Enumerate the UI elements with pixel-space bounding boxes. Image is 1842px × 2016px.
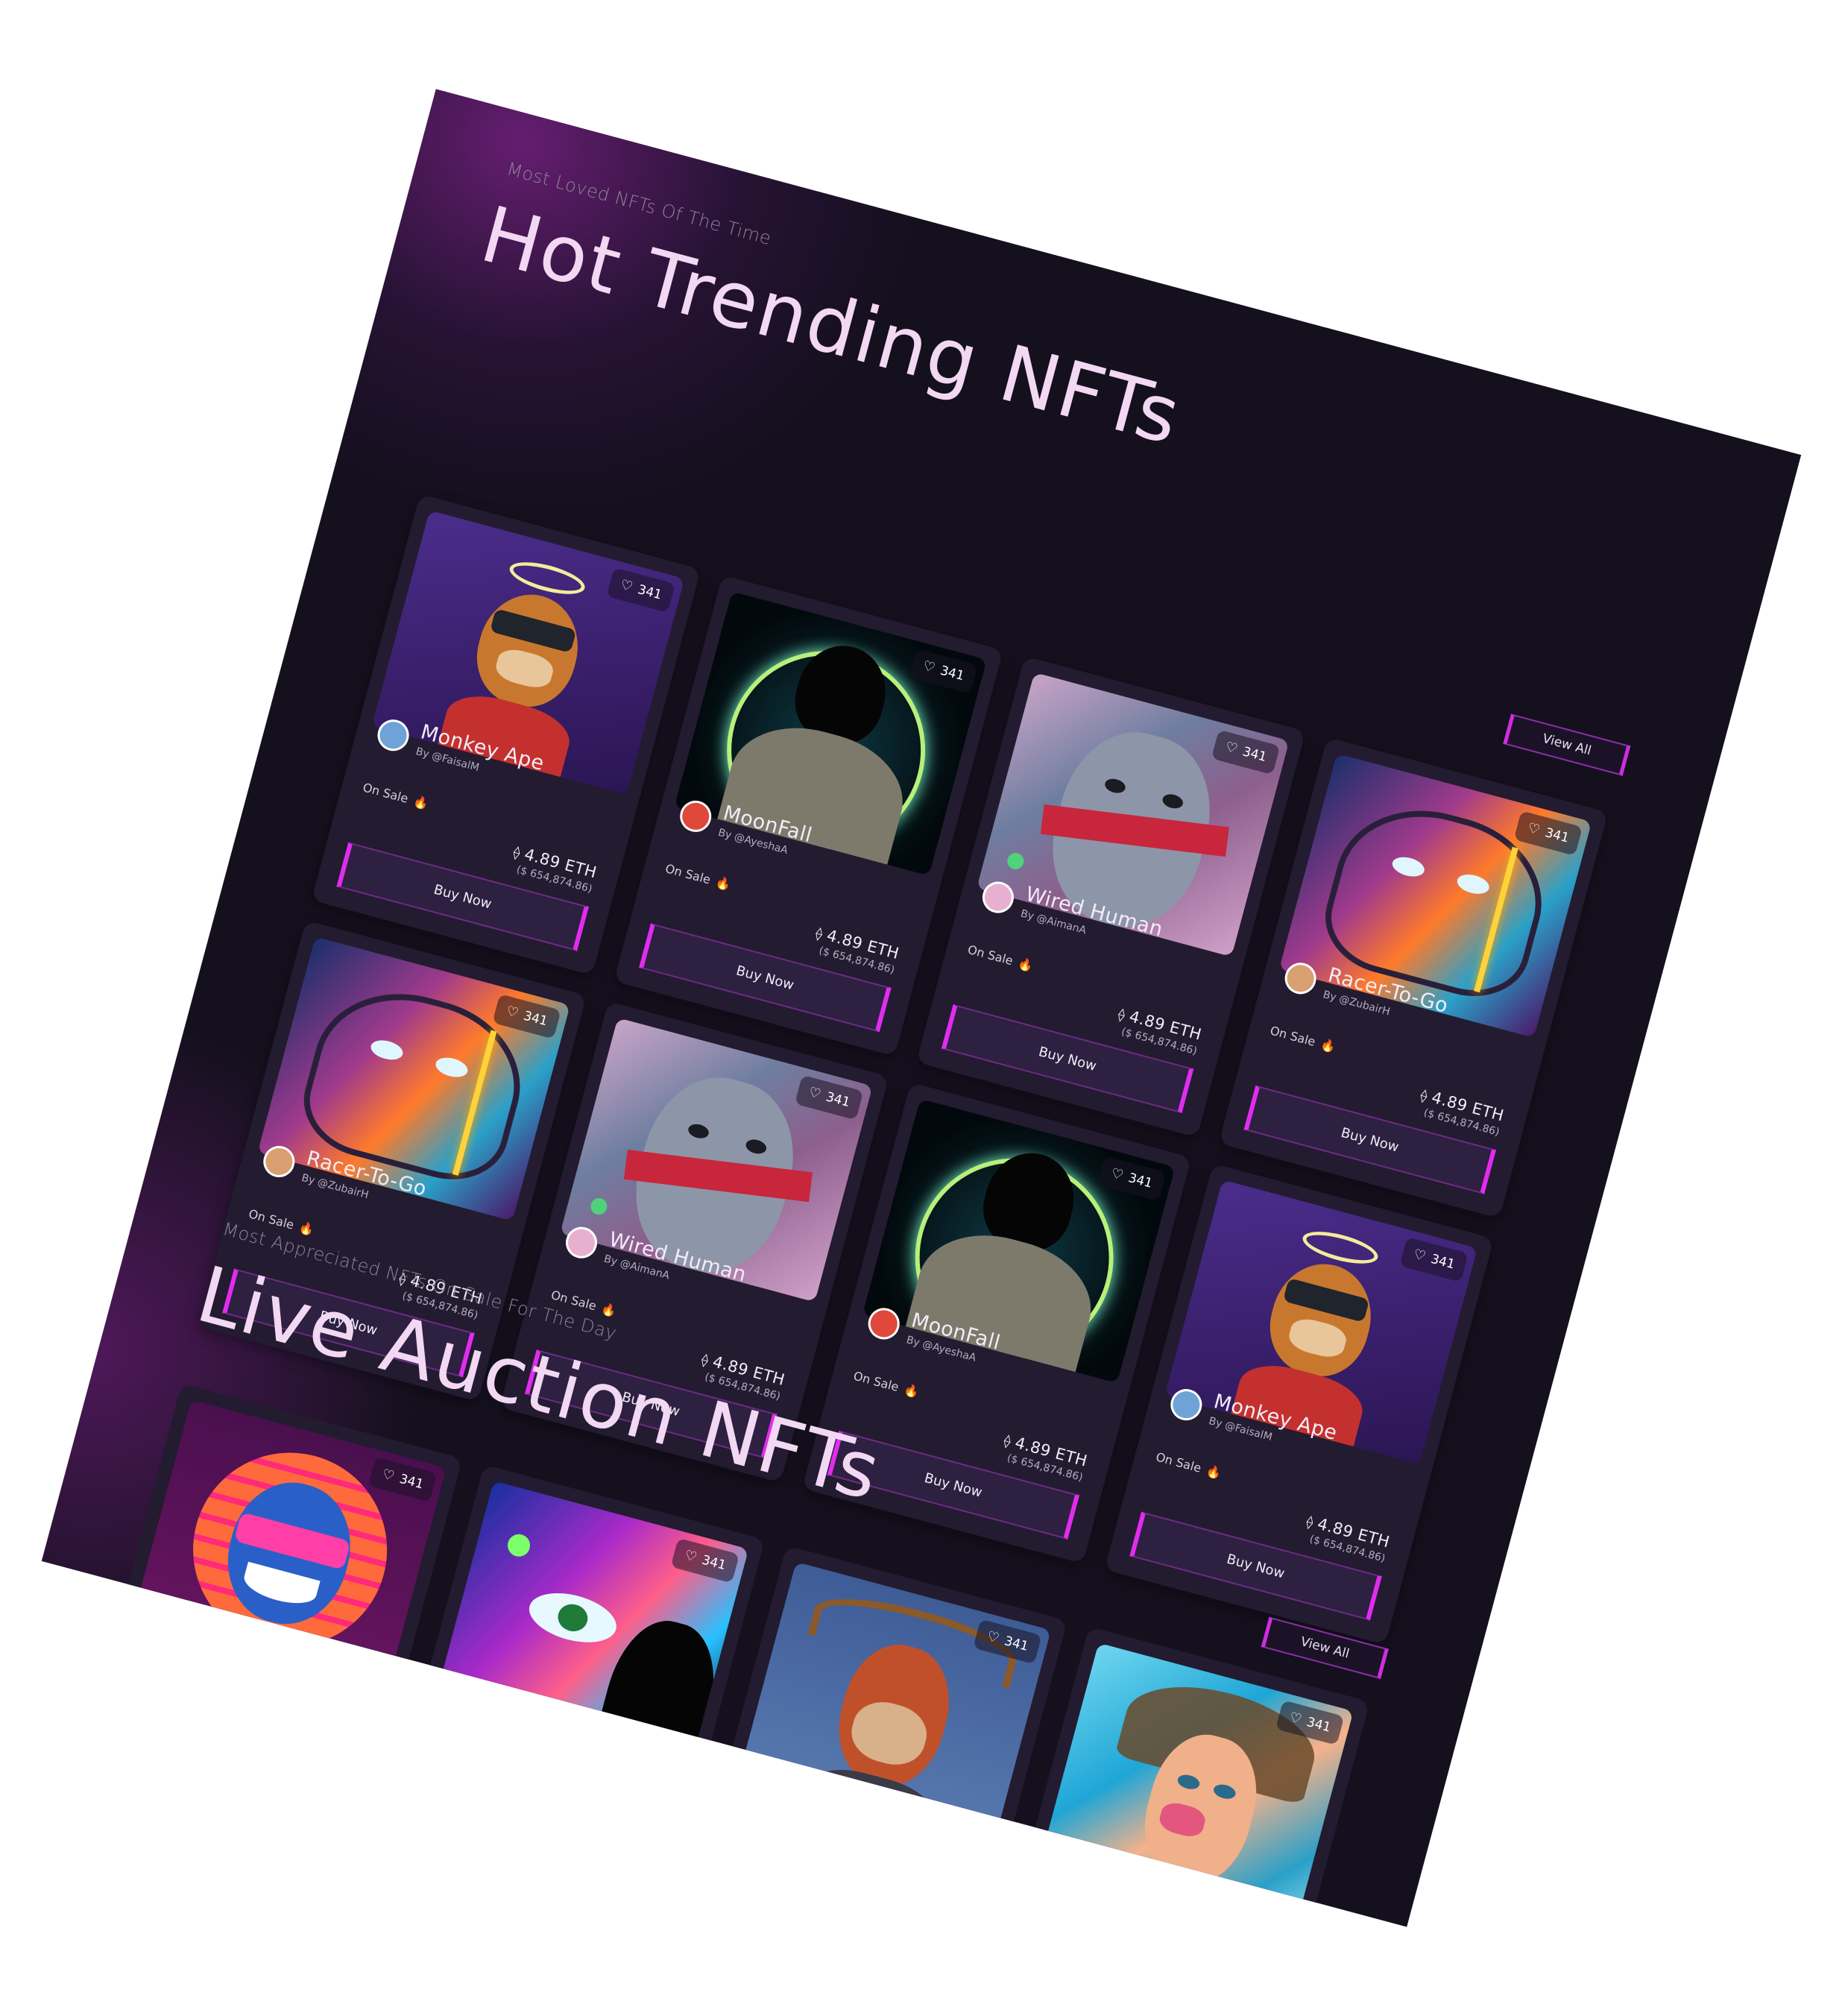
sale-status-label: On Sale (361, 780, 410, 806)
auction-card[interactable]: ♡ 341 LIVE: 04d 21h 54m (1012, 1626, 1370, 1927)
nft-artwork-painted-woman[interactable]: ♡ 341 LIVE: 04d 21h 54m (1032, 1642, 1354, 1927)
fire-icon: 🔥 (599, 1301, 619, 1319)
ethereum-icon: ⟠ (699, 1352, 711, 1369)
like-count: 341 (636, 582, 663, 603)
price-block: ⟠4.89 ETH ($ 654,874.86) (508, 842, 599, 895)
creator-avatar[interactable] (562, 1223, 601, 1262)
heart-outline-icon: ♡ (504, 1003, 520, 1021)
ethereum-icon: ⟠ (511, 844, 523, 862)
auction-timer: LIVE: 04d 21h 54m (1041, 1859, 1169, 1915)
like-counter[interactable]: ♡ 341 (795, 1074, 864, 1121)
sale-status-label: On Sale (1154, 1449, 1203, 1475)
auction-card[interactable]: ♡ 341 LIVE: 04d 21h 54m (104, 1383, 463, 1747)
price-block: ⟠4.89 ETH ($ 654,874.86) (1301, 1512, 1392, 1565)
like-counter[interactable]: ♡ 341 (1399, 1237, 1469, 1282)
auction-card[interactable]: ♡ 341 LIVE: 04d 21h 54m (709, 1545, 1067, 1909)
heart-outline-icon: ♡ (921, 658, 937, 676)
heart-outline-icon: ♡ (985, 1628, 1001, 1647)
hot-view-all-button[interactable]: View All (1503, 714, 1631, 776)
sale-status: On Sale 🔥 (966, 942, 1035, 974)
nft-artwork-moose-ape[interactable]: ♡ 341 LIVE: 04d 21h 54m (731, 1561, 1051, 1875)
sale-status-label: On Sale (663, 861, 713, 887)
heart-outline-icon: ♡ (683, 1547, 699, 1566)
heart-outline-icon: ♡ (1109, 1165, 1126, 1184)
like-count: 341 (1305, 1714, 1333, 1736)
fire-icon: 🔥 (1205, 1463, 1223, 1481)
auction-timer: LIVE: 04d 21h 54m (739, 1778, 867, 1834)
creator-avatar[interactable] (1281, 959, 1320, 998)
like-counter[interactable]: ♡ 341 (606, 567, 675, 613)
like-counter[interactable]: ♡ 341 (1211, 729, 1281, 775)
fire-icon: 🔥 (1016, 955, 1035, 974)
like-counter[interactable]: ♡ 341 (1097, 1156, 1167, 1202)
ethereum-icon: ⟠ (813, 925, 825, 943)
heart-outline-icon: ♡ (1526, 819, 1542, 839)
sale-status: On Sale 🔥 (362, 780, 430, 811)
creator-avatar[interactable] (979, 878, 1018, 917)
auction-card[interactable]: ♡ 341 LIVE: 04d 21h 54m (407, 1464, 766, 1828)
like-counter[interactable]: ♡ 341 (368, 1457, 438, 1502)
price-block: ⟠4.89 ETH ($ 654,874.86) (998, 1431, 1089, 1484)
like-count: 341 (939, 663, 966, 684)
heart-outline-icon: ♡ (619, 576, 635, 596)
fire-icon: 🔥 (411, 793, 430, 812)
ethereum-icon: ⟠ (1002, 1432, 1013, 1450)
sale-status-label: On Sale (851, 1368, 901, 1395)
price-block: ⟠4.89 ETH ($ 654,874.86) (1113, 1004, 1203, 1057)
creator-avatar[interactable] (864, 1304, 903, 1344)
nft-artwork-pop-art-face[interactable]: ♡ 341 LIVE: 04d 21h 54m (428, 1481, 749, 1795)
hot-section-title: Hot Trending NFTs (472, 188, 1190, 463)
nft-artwork-sunset-monkey[interactable]: ♡ 341 LIVE: 04d 21h 54m (125, 1399, 447, 1713)
sale-status-label: On Sale (966, 942, 1015, 968)
creator-avatar[interactable] (1167, 1385, 1206, 1424)
like-counter[interactable]: ♡ 341 (909, 649, 978, 694)
auction-timer: LIVE: 04d 21h 54m (134, 1616, 262, 1672)
like-count: 341 (397, 1471, 426, 1493)
like-count: 341 (1543, 825, 1571, 846)
fire-icon: 🔥 (297, 1220, 316, 1238)
like-count: 341 (1003, 1634, 1030, 1654)
sale-status: On Sale 🔥 (663, 861, 732, 892)
heart-outline-icon: ♡ (1223, 739, 1240, 757)
like-counter[interactable]: ♡ 341 (1513, 810, 1583, 856)
like-counter[interactable]: ♡ 341 (492, 994, 561, 1039)
fire-icon: 🔥 (1319, 1036, 1337, 1055)
heart-outline-icon: ♡ (807, 1084, 823, 1103)
creator-avatar[interactable] (373, 716, 413, 755)
ethereum-icon: ⟠ (1304, 1513, 1316, 1531)
price-block: ⟠4.89 ETH ($ 654,874.86) (1415, 1086, 1506, 1138)
heart-outline-icon: ♡ (1411, 1246, 1428, 1265)
sale-status-label: On Sale (1268, 1023, 1317, 1049)
fire-icon: 🔥 (902, 1382, 921, 1400)
nft-page: Most Loved NFTs Of The Time Hot Trending… (41, 89, 1802, 1927)
like-count: 341 (1429, 1251, 1457, 1273)
ethereum-icon: ⟠ (1419, 1087, 1430, 1105)
like-count: 341 (522, 1008, 549, 1030)
heart-outline-icon: ♡ (1287, 1709, 1304, 1728)
creator-avatar[interactable] (259, 1142, 299, 1181)
ethereum-icon: ⟠ (1116, 1007, 1127, 1024)
sale-status: On Sale 🔥 (1269, 1024, 1337, 1055)
like-count: 341 (700, 1552, 728, 1574)
price-block: ⟠4.89 ETH ($ 654,874.86) (810, 923, 901, 976)
like-count: 341 (1240, 744, 1269, 765)
like-count: 341 (1126, 1171, 1155, 1191)
like-count: 341 (824, 1089, 852, 1111)
sale-status: On Sale 🔥 (1155, 1449, 1223, 1481)
heart-outline-icon: ♡ (380, 1466, 397, 1485)
creator-avatar[interactable] (676, 797, 715, 836)
fire-icon: 🔥 (714, 875, 733, 892)
sale-status: On Sale 🔥 (852, 1369, 921, 1400)
auction-timer: LIVE: 04d 21h 54m (437, 1697, 564, 1753)
like-counter[interactable]: ♡ 341 (670, 1537, 740, 1584)
